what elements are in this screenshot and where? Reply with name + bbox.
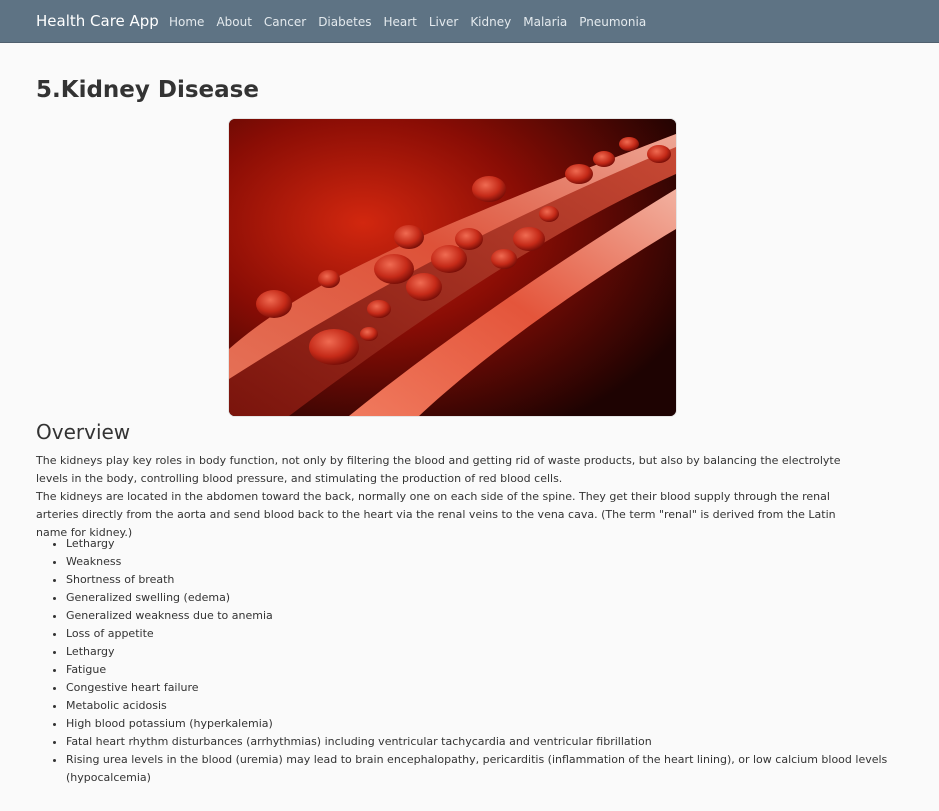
overview-text: The kidneys play key roles in body funct… [36,452,866,542]
list-item: Metabolic acidosis [66,697,906,715]
top-navbar: Health Care App Home About Cancer Diabet… [0,0,939,43]
nav-link-cancer[interactable]: Cancer [264,15,306,29]
nav-link-malaria[interactable]: Malaria [523,15,567,29]
overview-paragraph-1: The kidneys play key roles in body funct… [36,454,841,485]
list-item: Congestive heart failure [66,679,906,697]
list-item: Fatal heart rhythm disturbances (arrhyth… [66,733,906,751]
nav-links: Home About Cancer Diabetes Heart Liver K… [169,15,658,29]
list-item: Loss of appetite [66,625,906,643]
list-item: Generalized weakness due to anemia [66,607,906,625]
blood-vessel-image [228,118,677,417]
list-item: Fatigue [66,661,906,679]
nav-link-kidney[interactable]: Kidney [470,15,511,29]
navbar-brand[interactable]: Health Care App [36,12,159,30]
nav-link-about[interactable]: About [216,15,251,29]
overview-paragraph-2: The kidneys are located in the abdomen t… [36,490,836,539]
list-item: Shortness of breath [66,571,906,589]
list-item: High blood potassium (hyperkalemia) [66,715,906,733]
overview-heading: Overview [36,420,131,444]
nav-link-diabetes[interactable]: Diabetes [318,15,371,29]
nav-link-liver[interactable]: Liver [429,15,458,29]
list-item: Lethargy [66,535,906,553]
nav-link-pneumonia[interactable]: Pneumonia [579,15,646,29]
nav-link-heart[interactable]: Heart [383,15,416,29]
list-item: Lethargy [66,643,906,661]
symptom-list: Lethargy Weakness Shortness of breath Ge… [36,535,906,787]
list-item: Weakness [66,553,906,571]
list-item: Generalized swelling (edema) [66,589,906,607]
list-item: Rising urea levels in the blood (uremia)… [66,751,906,787]
page-title: 5.Kidney Disease [36,77,259,103]
nav-link-home[interactable]: Home [169,15,204,29]
